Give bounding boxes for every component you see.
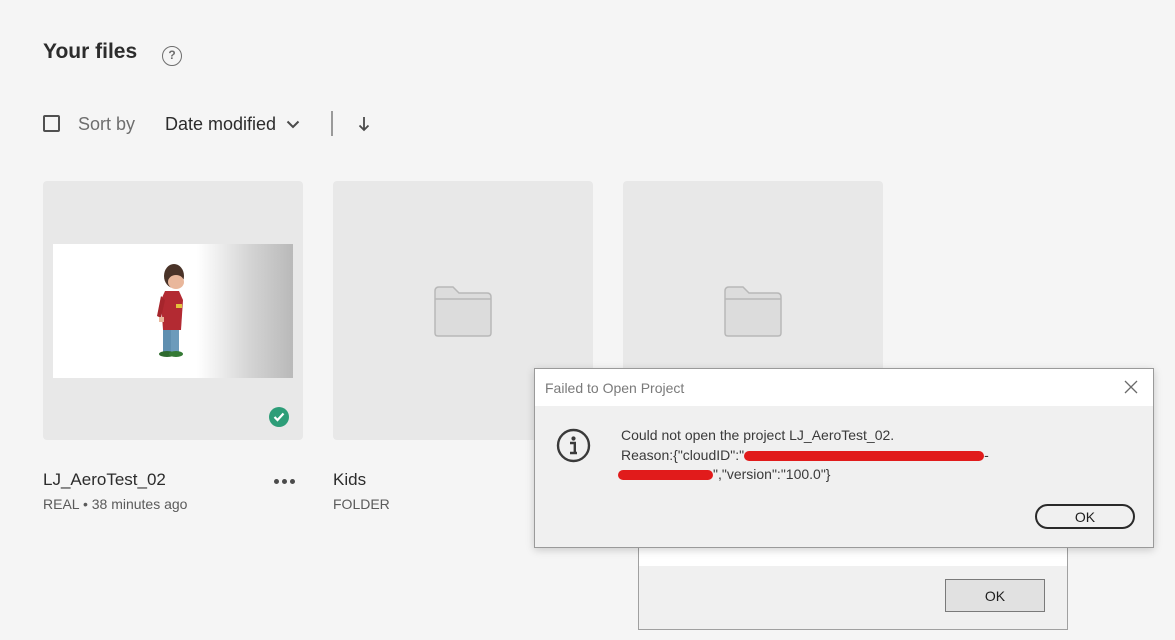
message-line-1: Could not open the project LJ_AeroTest_0… [621,427,895,443]
sort-dropdown[interactable]: Date modified [165,114,300,135]
more-dot [281,478,287,484]
character-figure [157,264,184,357]
select-all-checkbox[interactable] [43,115,60,132]
synced-badge [269,407,289,427]
reason-prefix: Reason:{"cloudID":" [621,446,745,463]
more-dot [289,478,295,484]
background-dialog: OK [638,545,1068,630]
thumbnail-image [53,244,293,378]
arrow-down-icon [358,117,370,132]
message-line-3: ","version":"100.0"} [618,465,989,485]
dialog-message: Could not open the project LJ_AeroTest_0… [618,426,989,485]
file-meta: REAL • 38 minutes ago [43,496,188,512]
folder-name[interactable]: Kids [333,470,366,490]
folder-icon [724,286,782,337]
file-card-thumbnail[interactable] [43,181,303,440]
sort-label: Sort by [78,114,136,134]
error-dialog: Failed to Open Project Could not open th… [534,368,1154,548]
redaction-mark [618,470,713,481]
reason-suffix: ","version":"100.0"} [713,466,831,482]
message-line-2: Reason:{"cloudID":" - [621,446,989,466]
close-icon[interactable] [1123,379,1139,395]
sort-dropdown-value: Date modified [165,114,277,134]
ok-button[interactable]: OK [1035,504,1135,529]
check-icon [273,412,285,422]
more-options-button[interactable] [272,474,296,488]
redaction-mark [744,450,985,461]
dialog-titlebar: Failed to Open Project [535,369,1153,406]
more-dot [273,478,279,484]
info-icon [556,428,591,463]
file-name[interactable]: LJ_AeroTest_02 [43,470,166,490]
dialog-title: Failed to Open Project [545,380,685,396]
background-ok-button[interactable]: OK [945,579,1045,612]
folder-icon [434,286,492,337]
toolbar-divider [331,111,333,136]
page-title: Your files [43,40,138,63]
help-icon[interactable]: ? [162,46,182,66]
chevron-down-icon [286,120,300,129]
sort-direction-button[interactable] [353,113,375,135]
background-dialog-strip [639,546,1067,566]
reason-dash: - [984,446,989,463]
folder-meta: FOLDER [333,496,390,512]
